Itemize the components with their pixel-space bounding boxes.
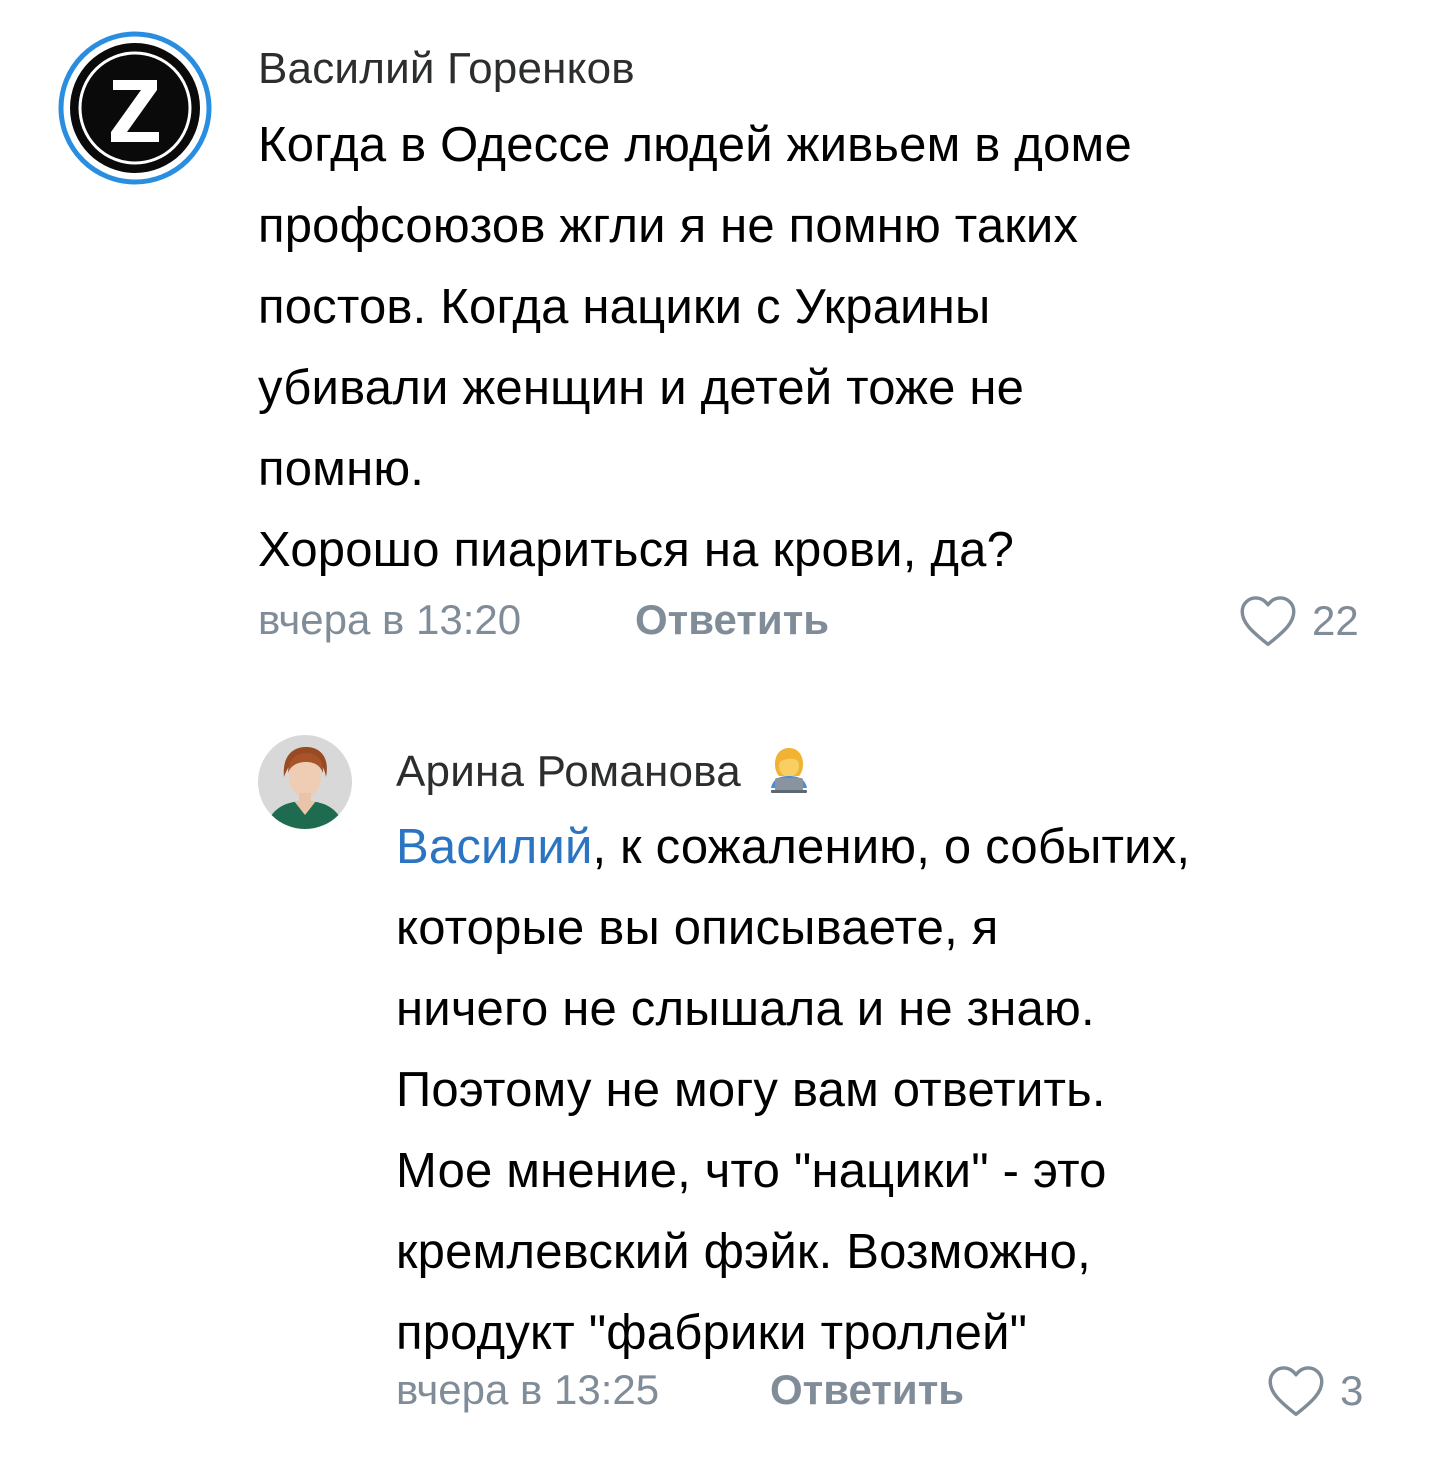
mention-link[interactable]: Василий (396, 820, 593, 874)
comment-text-line: постов. Когда нацики с Украины (258, 280, 991, 334)
like-count: 3 (1340, 1367, 1364, 1414)
comment-text-line: Василий, к сожалению, о событих, (396, 807, 1190, 888)
like-button[interactable]: 3 (1266, 1364, 1363, 1418)
author-avatar[interactable] (258, 735, 352, 829)
comment-text: Когда в Одессе людей живьем в доме профс… (258, 105, 1132, 591)
comment-text-line: помню. (258, 442, 425, 496)
comment-text-line: профсоюзов жгли я не помню таких (258, 199, 1079, 253)
comment-text-line: ничего не слышала и не знаю. (396, 982, 1095, 1036)
comment-timestamp: вчера в 13:20 (258, 596, 522, 643)
author-name[interactable]: Василий Горенков (258, 44, 635, 94)
heart-outline-icon (1268, 1366, 1324, 1417)
comment-text: Василий, к сожалению, о событих, которые… (396, 807, 1190, 1374)
reply-button[interactable]: Ответить (770, 1366, 964, 1414)
heart-outline-icon (1240, 596, 1296, 647)
comment-text-line: Мое мнение, что "нацики" - это (396, 1144, 1107, 1198)
comment-text-line: которые вы описываете, я (396, 901, 999, 955)
comment-text-fragment: , к сожалению, о событих, (592, 820, 1191, 874)
comment-timestamp: вчера в 13:25 (396, 1366, 660, 1413)
reply-button[interactable]: Ответить (635, 596, 829, 644)
author-avatar[interactable] (55, 28, 215, 188)
comment-text-line: кремлевский фэйк. Возможно, (396, 1225, 1091, 1279)
comment-text-line: убивали женщин и детей тоже не (258, 361, 1025, 415)
like-button[interactable]: 22 (1238, 594, 1359, 648)
person-with-laptop-icon (765, 744, 813, 805)
comment-text-line: продукт "фабрики троллей" (396, 1306, 1028, 1360)
woman-photo-icon (258, 735, 352, 829)
comment-text-line: Когда в Одессе людей живьем в доме (258, 118, 1132, 172)
z-logo-icon (57, 30, 213, 186)
like-count: 22 (1312, 597, 1359, 644)
comment-text-line: Хорошо пиариться на крови, да? (258, 523, 1015, 577)
author-name[interactable]: Арина Романова (396, 744, 813, 805)
author-name-text: Арина Романова (396, 747, 741, 797)
comment-text-line: Поэтому не могу вам ответить. (396, 1063, 1106, 1117)
